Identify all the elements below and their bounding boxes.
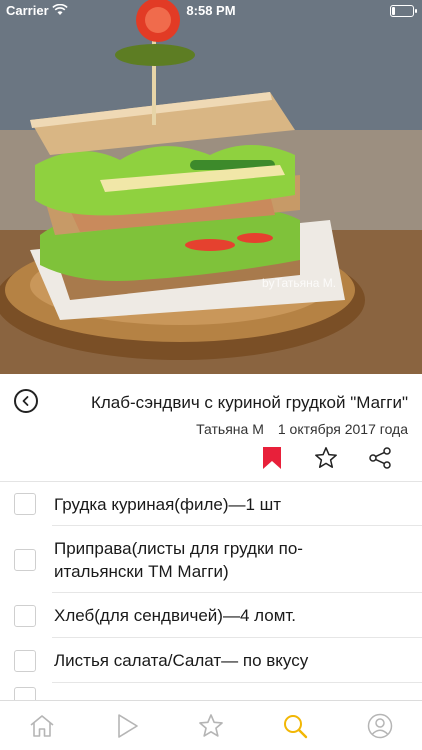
ingredient-list: Грудка куриная(филе)—1 шт Приправа(листы… <box>0 482 422 713</box>
back-button[interactable] <box>14 389 38 413</box>
checkbox[interactable] <box>14 493 36 515</box>
checkbox[interactable] <box>14 604 36 627</box>
checkbox[interactable] <box>14 649 36 672</box>
status-time: 8:58 PM <box>186 3 236 18</box>
recipe-meta: Татьяна М 1 октября 2017 года <box>196 421 408 437</box>
play-icon <box>117 713 138 738</box>
chevron-left-icon <box>22 396 29 406</box>
profile-icon <box>367 713 392 738</box>
tab-video[interactable] <box>107 706 147 746</box>
recipe-author[interactable]: Татьяна М <box>196 421 264 437</box>
ingredient-text: Приправа(листы для грудки по-итальянски … <box>54 538 303 581</box>
tab-bar <box>0 700 422 750</box>
ingredient-text: Грудка куриная(филе)—1 шт <box>54 494 282 514</box>
photo-watermark: byТатьяна М. <box>262 276 336 290</box>
star-icon <box>199 713 223 737</box>
search-icon <box>284 714 308 738</box>
home-icon <box>30 714 54 737</box>
battery-icon <box>390 5 417 17</box>
sandwich-illustration: byТатьяна М. <box>0 0 422 374</box>
checkbox[interactable] <box>14 548 36 571</box>
share-icon <box>369 447 391 469</box>
list-item[interactable]: Листья салата/Салат— по вкусу <box>0 638 422 683</box>
recipe-title: Клаб-сэндвич с куриной грудкой "Магги" <box>90 393 408 412</box>
list-item[interactable]: Приправа(листы для грудки по-итальянски … <box>0 526 422 593</box>
recipe-actions <box>260 446 392 470</box>
bookmark-button[interactable] <box>260 446 284 470</box>
tab-profile[interactable] <box>360 706 400 746</box>
tab-favorites[interactable] <box>191 706 231 746</box>
status-bar: Carrier 8:58 PM <box>0 0 422 22</box>
ingredient-text: Хлеб(для сендвичей)—4 ломт. <box>54 606 297 625</box>
tab-home[interactable] <box>22 706 62 746</box>
tab-search[interactable] <box>275 706 315 746</box>
list-item[interactable]: Грудка куриная(филе)—1 шт <box>0 482 422 526</box>
recipe-date: 1 октября 2017 года <box>277 421 408 437</box>
bookmark-icon <box>263 447 281 469</box>
list-item[interactable]: Хлеб(для сендвичей)—4 ломт. <box>0 593 422 638</box>
recipe-photo: byТатьяна М. Carrier 8:58 PM <box>0 0 422 374</box>
favorite-button[interactable] <box>314 446 338 470</box>
share-button[interactable] <box>368 446 392 470</box>
star-icon <box>315 447 337 468</box>
ingredient-text: Листья салата/Салат— по вкусу <box>54 651 309 670</box>
